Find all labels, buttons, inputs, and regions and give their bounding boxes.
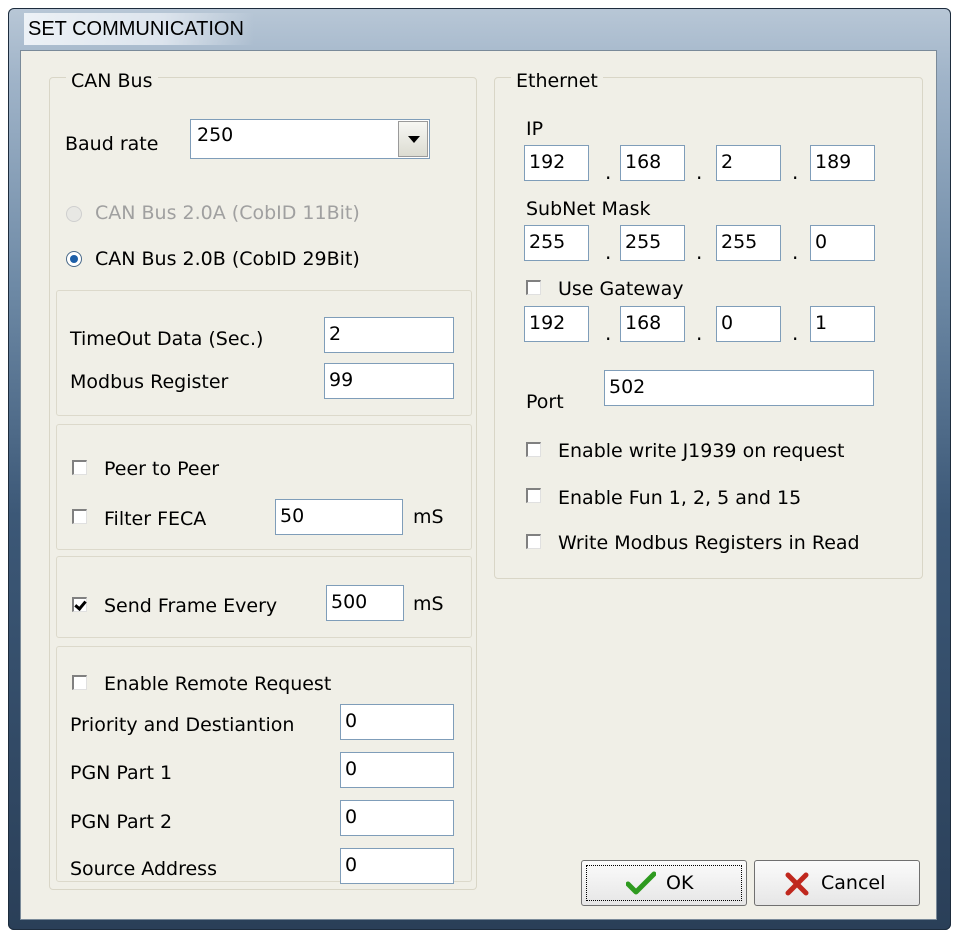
ip-dot: .	[605, 160, 612, 184]
baud-rate-select[interactable]: 250	[190, 119, 430, 159]
subnet-mask-label: SubNet Mask	[526, 198, 651, 220]
baud-rate-value: 250	[197, 124, 234, 146]
peer-panel	[56, 424, 472, 550]
filter-feca-label: Filter FECA	[104, 508, 207, 530]
send-frame-field[interactable]: 500	[326, 585, 404, 621]
pgn-part1-field[interactable]: 0	[340, 752, 454, 788]
x-cross-icon	[785, 872, 809, 896]
enable-fun-checkbox[interactable]	[526, 488, 541, 503]
pgn-part2-label: PGN Part 2	[70, 811, 173, 833]
use-gateway-checkbox[interactable]	[526, 280, 541, 295]
ip-octet-3[interactable]: 2	[716, 145, 781, 181]
radio-can-2a-label: CAN Bus 2.0A (CobID 11Bit)	[95, 202, 360, 224]
mask-dot: .	[696, 240, 703, 264]
port-field[interactable]: 502	[604, 370, 874, 406]
filter-feca-checkbox[interactable]	[72, 509, 87, 524]
remote-request-checkbox[interactable]	[72, 675, 87, 690]
gateway-dot: .	[792, 321, 799, 345]
send-frame-label: Send Frame Every	[104, 595, 278, 617]
send-frame-unit: mS	[413, 593, 444, 615]
mask-octet-4[interactable]: 0	[810, 225, 875, 261]
peer-to-peer-label: Peer to Peer	[104, 458, 220, 480]
checkmark-icon	[626, 871, 656, 895]
filter-feca-unit: mS	[413, 506, 444, 528]
ip-octet-1[interactable]: 192	[524, 145, 589, 181]
timeout-field[interactable]: 2	[324, 317, 454, 353]
pgn-part1-label: PGN Part 1	[70, 762, 173, 784]
send-frame-checkbox[interactable]	[72, 597, 87, 612]
mask-dot: .	[605, 240, 612, 264]
mask-octet-1[interactable]: 255	[524, 225, 589, 261]
port-label: Port	[526, 391, 564, 413]
peer-to-peer-checkbox[interactable]	[72, 460, 87, 475]
cancel-button-label: Cancel	[821, 872, 886, 894]
ip-dot: .	[792, 160, 799, 184]
gateway-dot: .	[696, 321, 703, 345]
ip-dot: .	[696, 160, 703, 184]
j1939-write-checkbox[interactable]	[526, 442, 541, 457]
window-title: SET COMMUNICATION	[24, 13, 254, 45]
radio-can-2a[interactable]	[66, 206, 82, 222]
mask-octet-3[interactable]: 255	[716, 225, 781, 261]
pgn-part2-field[interactable]: 0	[340, 800, 454, 836]
can-bus-legend: CAN Bus	[66, 70, 158, 92]
enable-fun-label: Enable Fun 1, 2, 5 and 15	[558, 487, 802, 509]
mask-octet-2[interactable]: 255	[620, 225, 685, 261]
priority-field[interactable]: 0	[340, 704, 454, 740]
radio-can-2b-label: CAN Bus 2.0B (CobID 29Bit)	[95, 248, 360, 270]
cancel-button[interactable]: Cancel	[754, 860, 920, 906]
gateway-octet-3[interactable]: 0	[716, 306, 781, 342]
mask-dot: .	[792, 240, 799, 264]
ip-label: IP	[526, 118, 544, 140]
ok-button-label: OK	[666, 872, 694, 894]
ip-octet-4[interactable]: 189	[810, 145, 875, 181]
modbus-register-label: Modbus Register	[70, 371, 229, 393]
ok-button[interactable]: OK	[581, 860, 747, 906]
write-modbus-checkbox[interactable]	[526, 534, 541, 549]
timeout-label: TimeOut Data (Sec.)	[70, 328, 264, 350]
remote-request-label: Enable Remote Request	[104, 673, 332, 695]
chevron-down-icon[interactable]	[398, 121, 428, 157]
gateway-octet-2[interactable]: 168	[620, 306, 685, 342]
ok-focus-rect	[586, 865, 742, 901]
modbus-register-field[interactable]: 99	[324, 363, 454, 399]
source-address-field[interactable]: 0	[340, 848, 454, 884]
filter-feca-field[interactable]: 50	[275, 499, 403, 535]
write-modbus-label: Write Modbus Registers in Read	[558, 532, 860, 554]
gateway-octet-4[interactable]: 1	[810, 306, 875, 342]
source-address-label: Source Address	[70, 858, 217, 880]
priority-label: Priority and Destiantion	[70, 714, 295, 736]
ip-octet-2[interactable]: 168	[620, 145, 685, 181]
j1939-write-label: Enable write J1939 on request	[558, 440, 845, 462]
baud-rate-label: Baud rate	[65, 133, 159, 155]
gateway-dot: .	[605, 321, 612, 345]
gateway-octet-1[interactable]: 192	[524, 306, 589, 342]
use-gateway-label: Use Gateway	[558, 278, 684, 300]
ethernet-legend: Ethernet	[511, 70, 603, 92]
radio-can-2b[interactable]	[66, 251, 82, 267]
